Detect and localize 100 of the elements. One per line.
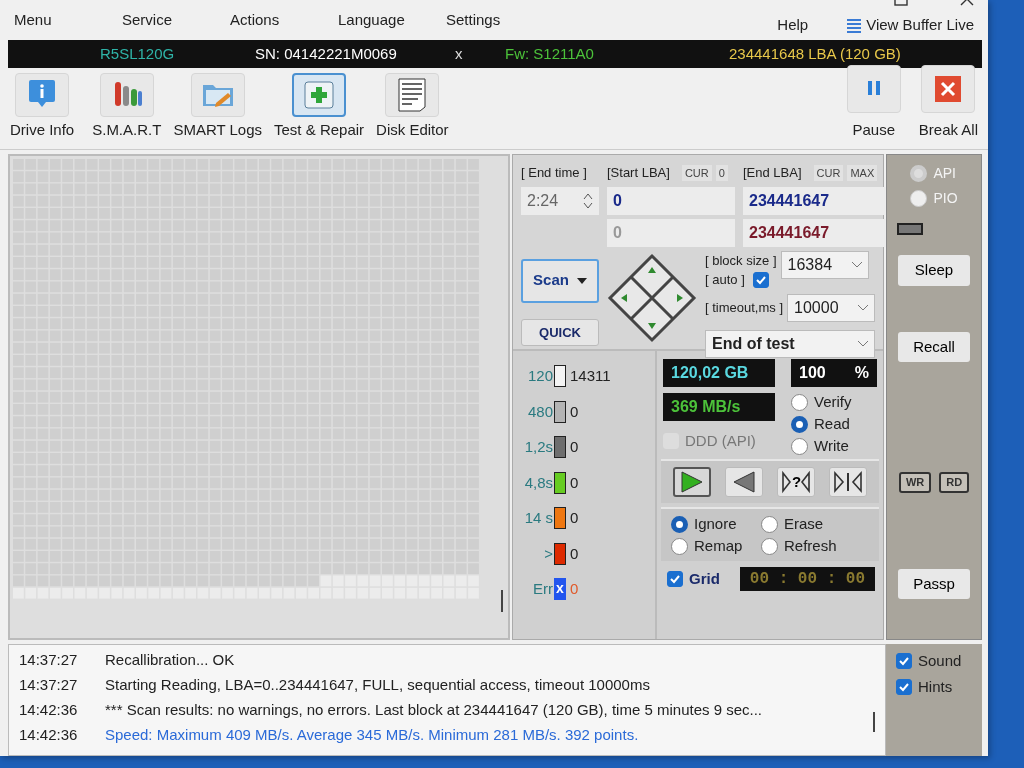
firmware: Fw: S1211A0 — [505, 43, 595, 64]
legend-label: 480 — [526, 401, 553, 422]
input-field[interactable]: 0 — [607, 186, 735, 215]
toolbar-button[interactable]: Disk Editor — [372, 72, 453, 141]
legend-count: 0 — [570, 543, 579, 564]
radio-button[interactable] — [791, 415, 808, 433]
log-message: Speed: Maximum 409 MB/s. Average 345 MB/s. Minimum 281 MB/s. 392 points. — [105, 725, 639, 745]
radio-button[interactable] — [671, 515, 688, 533]
input-field[interactable]: 234441647 — [743, 218, 887, 247]
speed-readout: 369 MB/s — [663, 393, 775, 421]
radio-label: API — [933, 165, 956, 182]
scrollbar[interactable] — [873, 712, 875, 732]
log-time: 14:37:27 — [19, 650, 79, 670]
scan-button[interactable]: Scan — [521, 258, 599, 303]
toolbar-button[interactable]: Drive Info — [6, 72, 79, 141]
transport-button[interactable] — [829, 467, 867, 497]
cur-button[interactable]: CUR — [681, 164, 712, 181]
legend-count: 14311 — [570, 366, 611, 386]
quick-button[interactable]: QUICK — [521, 318, 599, 346]
io-indicator: RD — [939, 472, 970, 493]
radio-label: Read — [814, 415, 850, 433]
io-indicator: WR — [898, 472, 932, 493]
toolbar-button[interactable]: S.M.A.R.T — [88, 72, 166, 141]
radio-button[interactable] — [791, 437, 808, 455]
spinner-arrows-icon[interactable] — [583, 191, 593, 210]
log-time: 14:42:36 — [19, 725, 79, 745]
radio-label: PIO — [933, 190, 958, 207]
legend-label: 14 s — [523, 508, 553, 528]
radio-button[interactable] — [671, 537, 688, 555]
legend-label: Err — [532, 579, 553, 599]
capacity-readout: 120,02 GB — [663, 359, 775, 387]
menu-item[interactable]: Service — [122, 8, 230, 32]
dropdown[interactable]: 16384 — [780, 250, 869, 279]
input-field[interactable]: 234441647 — [743, 186, 887, 215]
log-message: *** Scan results: no warnings, no errors. Last block at 234441647 (120 GB), time 5 minutes 9 sec... — [105, 700, 762, 720]
log-message: Recallibration... OK — [105, 650, 235, 670]
radio-label: Ignore — [694, 515, 737, 533]
close-drive[interactable]: x — [455, 42, 505, 66]
dropdown[interactable]: 10000 — [787, 293, 876, 322]
checkbox[interactable] — [752, 271, 769, 288]
checkbox-label: Grid — [689, 570, 720, 588]
direction-pad-icon[interactable] — [607, 252, 697, 343]
legend-label: 1,2s — [523, 437, 553, 457]
checkbox-label: DDD (API) — [685, 432, 756, 450]
field-label: [End LBA] — [743, 164, 802, 182]
legend-label: 4,8s — [523, 472, 553, 493]
transport-button[interactable] — [673, 467, 711, 497]
menu-item[interactable]: Help — [777, 13, 809, 37]
menu-item[interactable]: Language — [338, 8, 446, 32]
menu-item[interactable]: Settings — [446, 8, 554, 32]
legend-label: > — [543, 543, 553, 564]
drive-capacity: 234441648 LBA (120 GB) — [729, 43, 902, 64]
view-buffer-link[interactable]: View Buffer Live — [866, 13, 974, 37]
side-button[interactable]: Recall — [898, 331, 970, 362]
legend-swatch: x — [554, 578, 566, 601]
dropdown[interactable]: End of test — [705, 329, 875, 358]
field-label: [Start LBA] — [607, 164, 670, 182]
radio-button[interactable] — [761, 537, 778, 555]
log-time: 14:42:36 — [19, 700, 79, 720]
transport-button[interactable]: ? — [777, 467, 815, 497]
status-indicator — [897, 223, 923, 235]
caret-icon — [576, 277, 587, 284]
legend-count: 0 — [570, 401, 579, 422]
radio-label: Erase — [784, 515, 824, 533]
radio-label: Remap — [694, 537, 743, 555]
checkbox-label: Hints — [918, 678, 953, 696]
list-icon[interactable] — [846, 17, 863, 33]
serial-number: SN: 04142221M0069 — [255, 43, 398, 64]
field-label: [ timeout,ms ] — [705, 298, 784, 317]
scrollbar[interactable] — [501, 590, 503, 612]
butterfly-icon — [832, 468, 864, 496]
menu-item[interactable]: Actions — [230, 8, 338, 32]
time-spinner[interactable]: 2:24 — [521, 186, 599, 215]
toolbar-button[interactable]: Test & Repair — [270, 72, 369, 141]
radio-label: Write — [814, 437, 849, 455]
drive-model: R5SL120G — [100, 43, 176, 64]
cur-button[interactable]: CUR — [813, 164, 844, 181]
side-button[interactable]: Sleep — [898, 255, 970, 286]
field-label: [ End time ] — [521, 164, 588, 182]
legend-count: 0 — [570, 579, 579, 599]
legend-count: 0 — [570, 472, 579, 493]
radio-button[interactable] — [791, 393, 808, 411]
log-message: Starting Reading, LBA=0..234441647, FULL, sequential access, timeout 10000ms — [105, 675, 650, 695]
passp-button[interactable]: Passp — [898, 568, 970, 599]
radio-label: Verify — [814, 393, 852, 411]
radio-label: Refresh — [784, 537, 837, 555]
log-time: 14:37:27 — [19, 675, 79, 695]
random-seek-icon — [780, 468, 812, 496]
checkbox[interactable] — [896, 679, 912, 695]
legend-count: 0 — [570, 437, 579, 457]
zero-button[interactable]: 0 — [715, 164, 728, 181]
legend-count: 0 — [570, 508, 579, 528]
checkbox[interactable] — [896, 653, 912, 669]
checkbox[interactable] — [667, 571, 683, 587]
field-label: [ auto ] — [705, 271, 745, 289]
radio-button[interactable] — [761, 515, 778, 533]
toolbar-button[interactable]: SMART Logs — [169, 72, 267, 141]
max-button[interactable]: MAX — [847, 164, 878, 181]
transport-button[interactable] — [725, 467, 763, 497]
menu-item[interactable]: Menu — [14, 8, 122, 32]
